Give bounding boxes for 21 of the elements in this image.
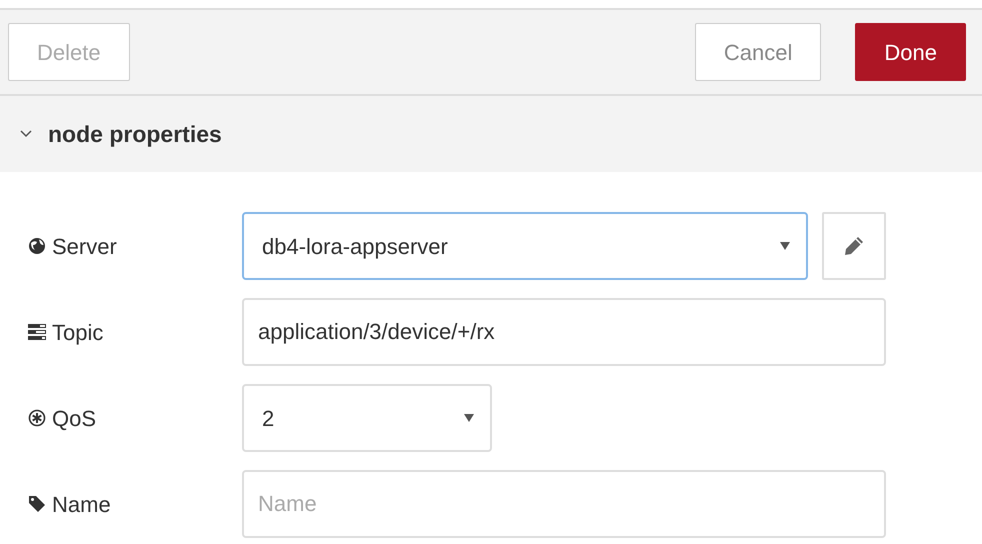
field-label: QoS	[52, 404, 96, 432]
field-label: Server	[52, 232, 117, 260]
field-label: Name	[52, 490, 111, 518]
globe-icon	[28, 237, 46, 255]
tag-icon	[28, 495, 46, 513]
edit-button[interactable]	[822, 212, 886, 280]
text-field[interactable]: application/3/device/+/rx	[242, 298, 886, 366]
dropdown-arrow-icon	[780, 242, 790, 250]
pencil-icon	[843, 235, 865, 257]
list-icon	[28, 324, 46, 340]
section-header[interactable]: node properties	[0, 96, 982, 172]
asterisk-circle-icon	[28, 409, 46, 427]
toolbar-button[interactable]: Done	[855, 23, 966, 81]
field-label: Topic	[52, 318, 104, 347]
dropdown-field[interactable]: 2	[242, 384, 492, 452]
chevron-icon	[20, 130, 32, 138]
dropdown-field[interactable]: db4-lora-appserver	[242, 212, 808, 280]
dropdown-arrow-icon	[464, 414, 474, 422]
toolbar-button[interactable]: Cancel	[694, 23, 822, 81]
section-title: node properties	[48, 120, 222, 149]
text-field[interactable]: Name	[242, 470, 886, 538]
